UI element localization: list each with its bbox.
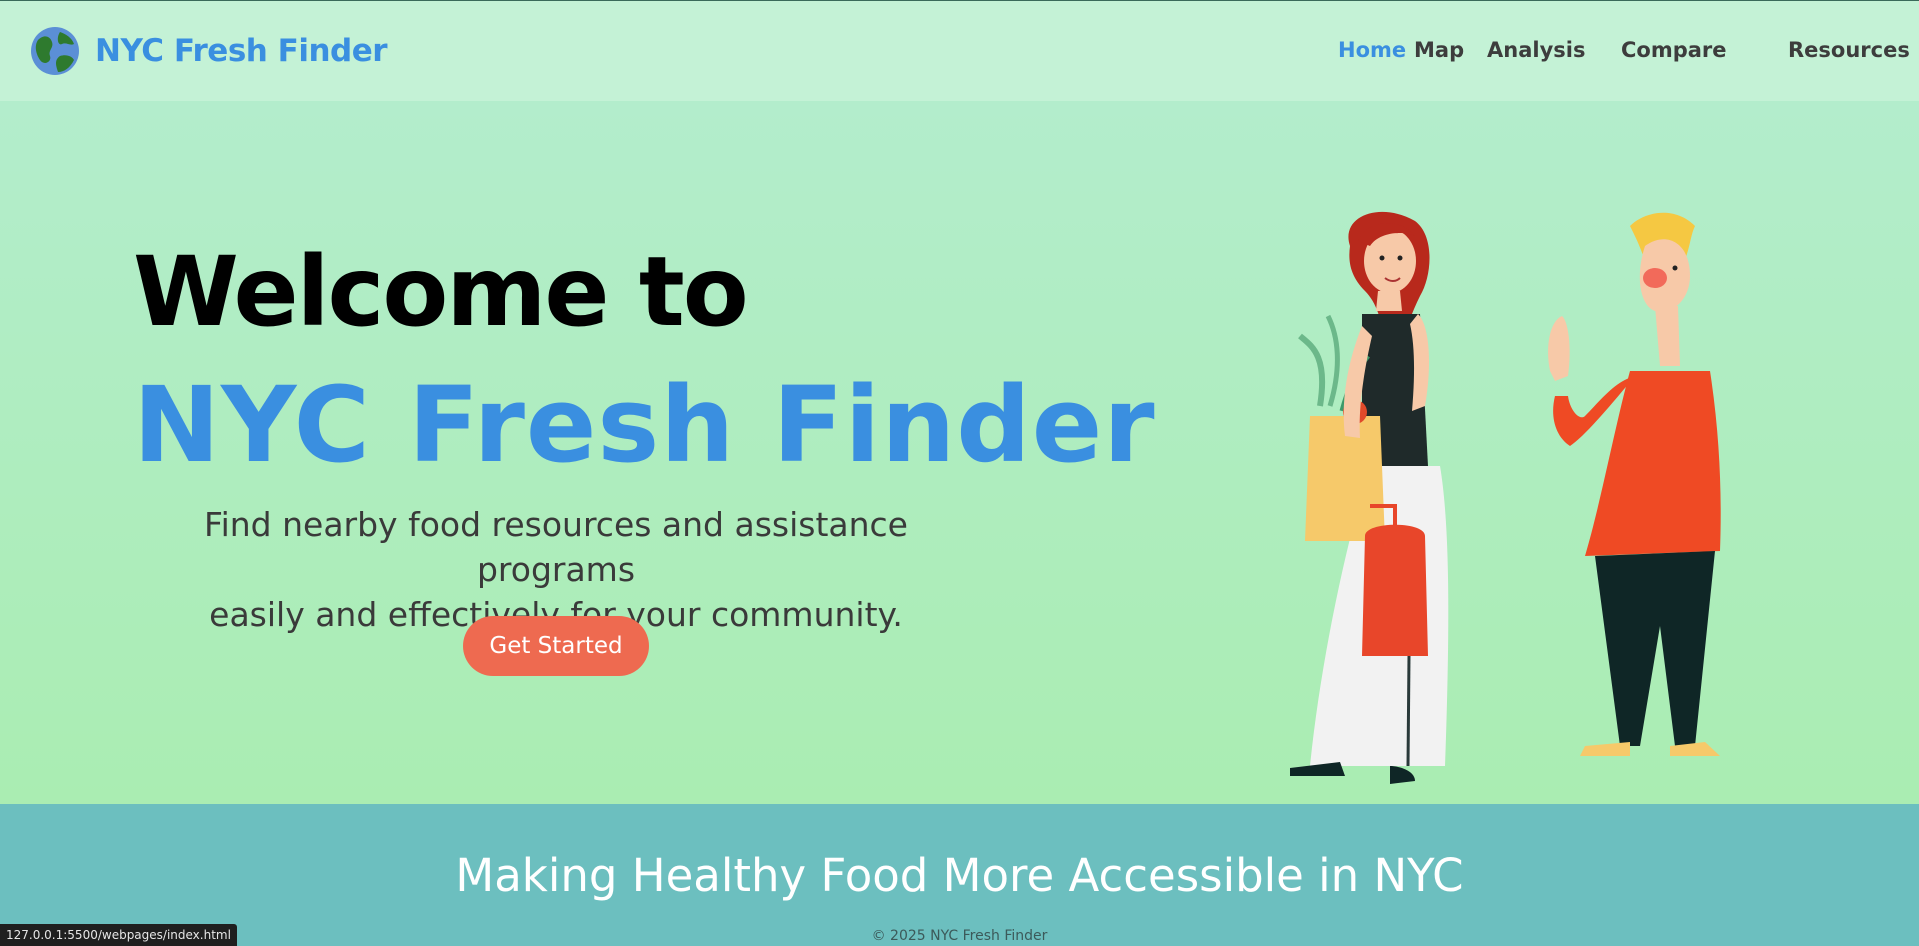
hero-section: Welcome to NYC Fresh Finder Find nearby … [0, 101, 1919, 804]
browser-status-url: 127.0.0.1:5500/webpages/index.html [0, 924, 237, 946]
hero-title: NYC Fresh Finder [133, 364, 1156, 486]
mission-title: Making Healthy Food More Accessible in N… [455, 849, 1464, 902]
get-started-button[interactable]: Get Started [463, 616, 649, 676]
logo[interactable]: NYC Fresh Finder [30, 26, 388, 76]
top-navbar: NYC Fresh Finder Home Map Analysis Compa… [0, 0, 1919, 101]
woman-figure [1290, 211, 1449, 784]
nav-compare[interactable]: Compare [1621, 38, 1727, 62]
nav-map[interactable]: Map [1414, 38, 1464, 62]
copyright: © 2025 NYC Fresh Finder [871, 928, 1048, 944]
nav-resources[interactable]: Resources [1788, 38, 1910, 62]
hero-welcome: Welcome to [133, 236, 749, 348]
nav-analysis[interactable]: Analysis [1487, 38, 1585, 62]
man-figure [1548, 212, 1721, 756]
mission-band: Making Healthy Food More Accessible in N… [0, 804, 1919, 946]
people-shopping-illustration [1290, 211, 1721, 784]
nav-home[interactable]: Home [1338, 38, 1406, 62]
globe-icon [31, 27, 79, 75]
hero-subtitle-line1: Find nearby food resources and assistanc… [204, 505, 908, 589]
brand-name: NYC Fresh Finder [95, 33, 388, 69]
